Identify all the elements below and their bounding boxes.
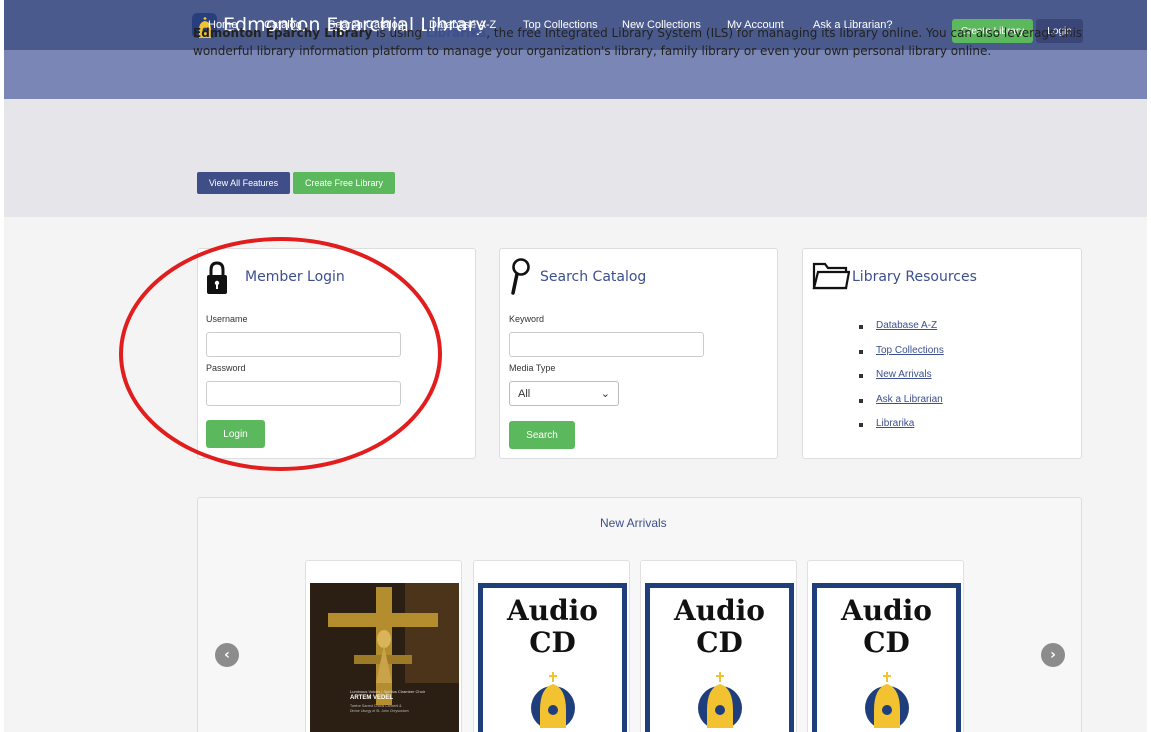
media-type-label: Media Type — [509, 363, 556, 373]
magnifier-icon — [509, 257, 531, 301]
resource-link-ask-librarian[interactable]: Ask a Librarian — [876, 394, 943, 405]
cover-text: CD — [529, 626, 576, 659]
list-item: New Arrivals — [858, 369, 944, 394]
album-cover-image[interactable]: Luminous Voices | Spiritus Chamber Choir… — [310, 583, 459, 732]
album-credit: Luminous Voices | Spiritus Chamber Choir — [350, 689, 426, 694]
audio-cd-cover[interactable]: Audio CD — [812, 583, 961, 732]
chevron-right-icon: › — [1050, 647, 1056, 663]
list-item: Database A-Z — [858, 320, 944, 345]
cover-text: CD — [696, 626, 743, 659]
keyword-label: Keyword — [509, 314, 545, 324]
carousel-prev-button[interactable]: ‹ — [215, 643, 239, 667]
password-label: Password — [206, 363, 246, 373]
list-item: Top Collections — [858, 345, 944, 370]
view-all-features-button[interactable]: View All Features — [197, 172, 290, 194]
login-button[interactable]: Login — [206, 420, 265, 448]
resource-link-new-arrivals[interactable]: New Arrivals — [876, 369, 932, 380]
list-item: Librarika — [858, 418, 944, 443]
password-input[interactable] — [206, 381, 401, 406]
church-dome-icon — [698, 672, 742, 728]
church-dome-icon — [531, 672, 575, 728]
username-label: Username — [206, 314, 248, 324]
new-arrivals-title: New Arrivals — [600, 516, 667, 530]
folder-icon — [812, 260, 851, 296]
search-catalog-title: Search Catalog — [540, 269, 647, 285]
keyword-input[interactable] — [509, 332, 704, 357]
cover-text: Audio — [674, 594, 765, 627]
chevron-left-icon: ‹ — [224, 647, 230, 663]
library-resources-title: Library Resources — [852, 269, 977, 285]
resource-link-database-az[interactable]: Database A-Z — [876, 320, 937, 331]
arrival-card[interactable]: Audio CD — [807, 560, 964, 732]
cover-text: Audio — [841, 594, 932, 627]
media-type-select[interactable]: All ⌄ — [509, 381, 619, 406]
create-free-library-button[interactable]: Create Free Library — [293, 172, 395, 194]
resource-link-top-collections[interactable]: Top Collections — [876, 345, 944, 356]
album-subtitle: Twelve Sacred Choral Concerti & Divine L… — [350, 704, 409, 713]
library-name: Edmonton Eparchy Library — [193, 26, 373, 40]
lock-icon — [206, 261, 228, 299]
album-title: ARTEM VEDEL — [350, 695, 394, 701]
intro-text: Edmonton Eparchy Library is using Librar… — [193, 26, 1083, 58]
resources-list: Database A-Z Top Collections New Arrival… — [858, 320, 944, 443]
chevron-down-icon: ⌄ — [600, 388, 610, 400]
arrival-card[interactable]: Luminous Voices | Spiritus Chamber Choir… — [305, 560, 462, 732]
search-button[interactable]: Search — [509, 421, 575, 449]
intro-banner — [4, 99, 1147, 217]
arrival-card[interactable]: Audio CD — [640, 560, 797, 732]
arrival-card[interactable]: Audio CD — [473, 560, 630, 732]
username-input[interactable] — [206, 332, 401, 357]
carousel-next-button[interactable]: › — [1041, 643, 1065, 667]
audio-cd-cover[interactable]: Audio CD — [645, 583, 794, 732]
audio-cd-cover[interactable]: Audio CD — [478, 583, 627, 732]
cover-text: CD — [863, 626, 910, 659]
list-item: Ask a Librarian — [858, 394, 944, 419]
librarika-link[interactable]: Librarika — [426, 26, 486, 40]
member-login-title: Member Login — [245, 269, 345, 285]
church-dome-icon — [865, 672, 909, 728]
resource-link-librarika[interactable]: Librarika — [876, 418, 914, 429]
cover-text: Audio — [507, 594, 598, 627]
